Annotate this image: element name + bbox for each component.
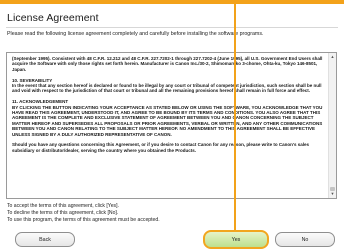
no-button[interactable]: No bbox=[275, 232, 335, 247]
page-title: License Agreement bbox=[7, 12, 99, 24]
scroll-up-icon[interactable]: ▲ bbox=[329, 53, 336, 61]
acceptance-note: To use this program, the terms of this a… bbox=[7, 217, 160, 223]
license-scrollbar[interactable]: ▲ ▼ bbox=[328, 53, 336, 198]
scroll-down-icon[interactable]: ▼ bbox=[329, 190, 336, 198]
license-paragraph-1: (September 1995). Consistent with 48 C.F… bbox=[12, 56, 323, 72]
license-paragraph-4: Should you have any questions concerning… bbox=[12, 142, 309, 153]
license-text-box[interactable]: (September 1995). Consistent with 48 C.F… bbox=[6, 52, 337, 199]
yes-button[interactable]: Yes bbox=[203, 230, 269, 249]
accent-bar bbox=[0, 0, 344, 4]
focus-indicator-line bbox=[234, 0, 236, 230]
decline-hint: To decline the terms of this agreement, … bbox=[7, 210, 119, 216]
accept-hint: To accept the terms of this agreement, c… bbox=[7, 203, 119, 209]
back-button[interactable]: Back bbox=[15, 232, 75, 247]
instruction-text: Please read the following license agreem… bbox=[7, 31, 264, 37]
license-paragraph-3: 11. ACKNOWLEDGEMENT BY CLICKING THE BUTT… bbox=[12, 99, 323, 137]
license-paragraph-2: 10. SEVERABILITY In the event that any s… bbox=[12, 77, 322, 94]
title-divider bbox=[6, 27, 338, 28]
license-agreement-window: License Agreement Please read the follow… bbox=[0, 0, 344, 251]
license-text: (September 1995). Consistent with 48 C.F… bbox=[12, 56, 325, 159]
